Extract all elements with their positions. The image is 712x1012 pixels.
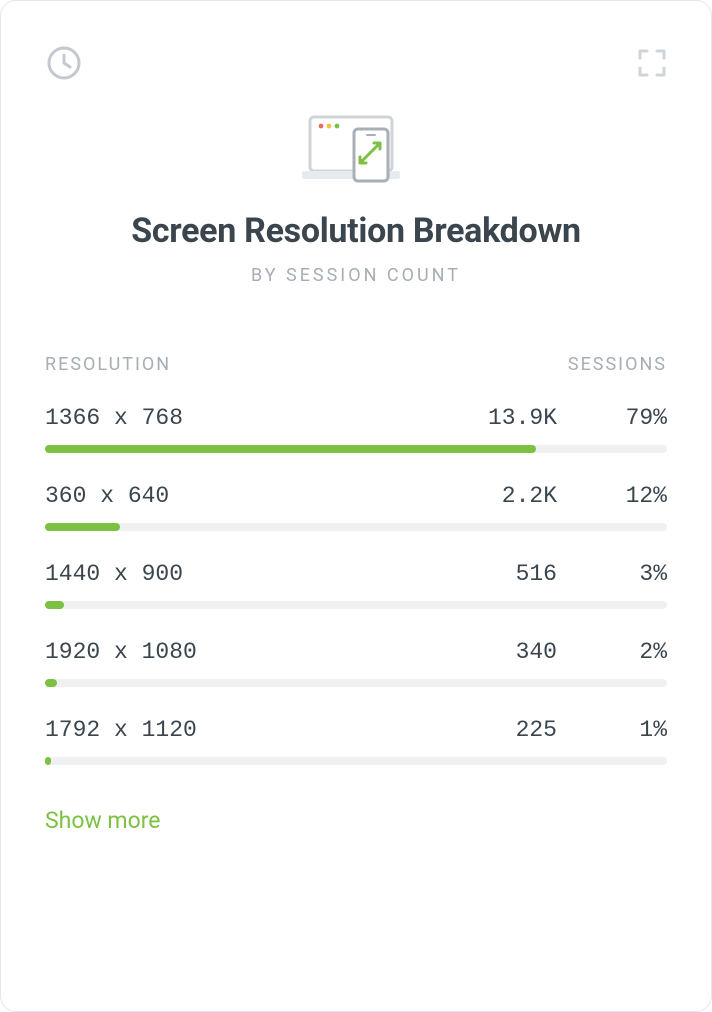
bar-track <box>45 445 667 453</box>
expand-icon[interactable] <box>637 48 667 78</box>
column-headers: RESOLUTION SESSIONS <box>45 354 667 375</box>
session-percent: 12% <box>557 483 667 509</box>
session-count: 225 <box>427 717 557 743</box>
card-top-bar <box>45 39 667 87</box>
bar-fill <box>45 757 51 765</box>
session-count: 13.9K <box>427 405 557 431</box>
table-row: 1920 x 1080 340 2% <box>45 639 667 687</box>
table-row: 360 x 640 2.2K 12% <box>45 483 667 531</box>
bar-fill <box>45 679 57 687</box>
clock-icon <box>45 44 83 82</box>
session-count: 516 <box>427 561 557 587</box>
session-count: 2.2K <box>427 483 557 509</box>
bar-track <box>45 601 667 609</box>
bar-track <box>45 757 667 765</box>
header-resolution: RESOLUTION <box>45 354 171 375</box>
resolution-value: 360 x 640 <box>45 483 427 509</box>
table-row: 1366 x 768 13.9K 79% <box>45 405 667 453</box>
resolution-value: 1792 x 1120 <box>45 717 427 743</box>
bar-fill <box>45 445 536 453</box>
resolution-value: 1920 x 1080 <box>45 639 427 665</box>
card-title: Screen Resolution Breakdown <box>45 211 667 251</box>
table-row: 1440 x 900 516 3% <box>45 561 667 609</box>
session-percent: 3% <box>557 561 667 587</box>
resolution-value: 1366 x 768 <box>45 405 427 431</box>
bar-fill <box>45 523 120 531</box>
table-row: 1792 x 1120 225 1% <box>45 717 667 765</box>
card-subtitle: BY SESSION COUNT <box>45 265 667 286</box>
devices-illustration-icon <box>45 111 667 189</box>
session-percent: 79% <box>557 405 667 431</box>
bar-fill <box>45 601 64 609</box>
session-percent: 2% <box>557 639 667 665</box>
resolution-value: 1440 x 900 <box>45 561 427 587</box>
resolution-breakdown-card: Screen Resolution Breakdown BY SESSION C… <box>0 0 712 1012</box>
header-sessions: SESSIONS <box>568 354 667 375</box>
show-more-link[interactable]: Show more <box>45 807 161 834</box>
session-percent: 1% <box>557 717 667 743</box>
rows-container: 1366 x 768 13.9K 79% 360 x 640 2.2K 12% … <box>45 405 667 765</box>
bar-track <box>45 679 667 687</box>
session-count: 340 <box>427 639 557 665</box>
card-hero: Screen Resolution Breakdown BY SESSION C… <box>45 111 667 286</box>
bar-track <box>45 523 667 531</box>
